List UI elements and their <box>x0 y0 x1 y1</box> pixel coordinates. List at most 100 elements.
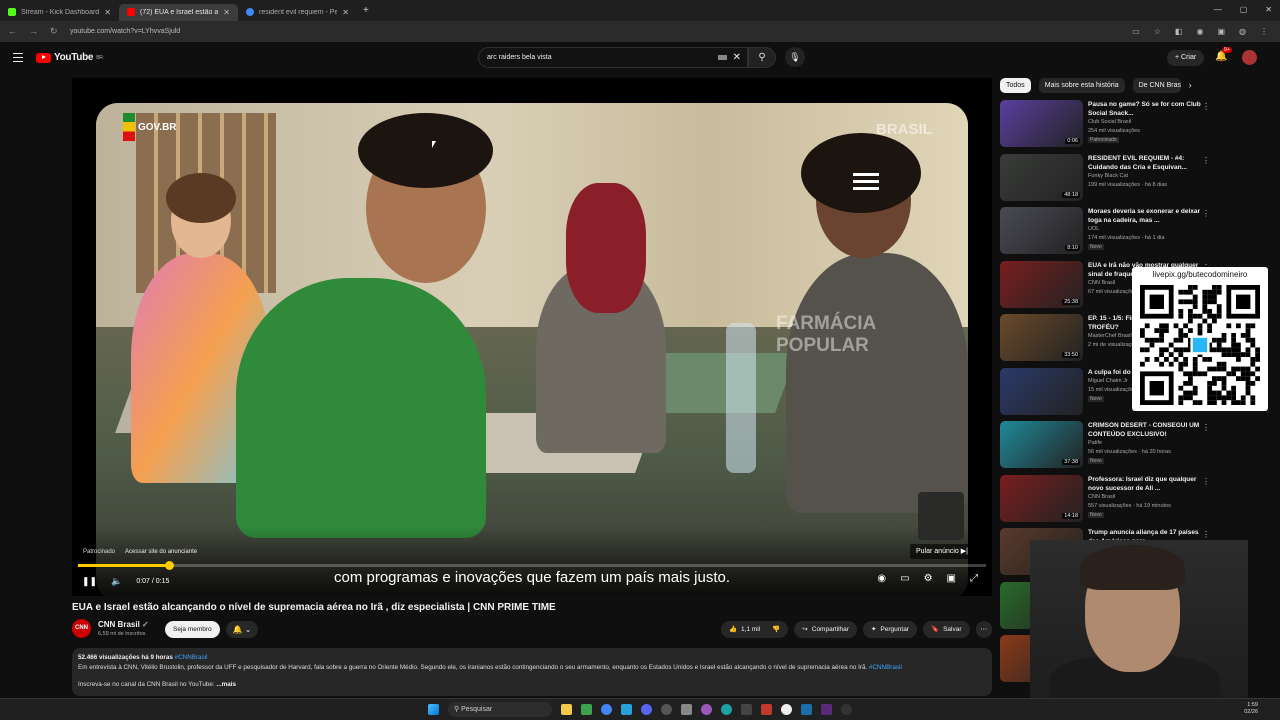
autoplay-toggle-icon[interactable]: ◉ <box>877 573 886 584</box>
show-more-link[interactable]: ...mais <box>216 681 236 688</box>
video-thumbnail[interactable]: 8:10 <box>1000 207 1083 254</box>
video-thumbnail[interactable]: 14:18 <box>1000 474 1083 522</box>
skip-ad-button[interactable]: Pular anúncio ▶| <box>910 544 974 559</box>
save-button[interactable]: 🔖 Salvar <box>922 621 970 638</box>
app-icon[interactable] <box>581 704 592 715</box>
clear-search-icon[interactable]: ✕ <box>733 48 741 67</box>
browser-tab-google[interactable]: resident evil requiem - Pesquisa Google … <box>238 4 357 21</box>
channel-avatar[interactable]: CNN <box>72 619 91 638</box>
app-icon[interactable] <box>761 704 772 715</box>
app-icon[interactable] <box>781 704 792 715</box>
extension-icon[interactable]: ◧ <box>1175 27 1183 36</box>
url-field[interactable]: youtube.com/watch?v=LYhvvaSjuld <box>70 25 1132 39</box>
menu-icon[interactable] <box>853 173 879 190</box>
cast-icon[interactable]: ▭ <box>1132 27 1140 36</box>
store-icon[interactable] <box>621 704 632 715</box>
recommendation-item[interactable]: 8:10 Moraes deveria se exonerar e deixar… <box>1000 207 1210 261</box>
profile-icon[interactable]: ◍ <box>1239 27 1246 36</box>
fullscreen-icon[interactable]: ⤢ <box>970 573 978 584</box>
join-button[interactable]: Seja membro <box>165 621 220 638</box>
reload-icon[interactable]: ↻ <box>50 26 58 37</box>
search-button[interactable]: ⚲ <box>748 47 776 68</box>
rec-channel[interactable]: CNN Brasil <box>1088 493 1210 502</box>
video-thumbnail[interactable]: 48:18 <box>1000 153 1083 201</box>
chip-all[interactable]: Todos <box>1000 78 1031 93</box>
video-player[interactable]: GOV.BR BRASIL FARMÁCIA POPULAR Patrocinad… <box>72 78 992 596</box>
create-button[interactable]: + Criar <box>1167 50 1205 66</box>
system-clock[interactable]: 1:59 02/26 <box>1244 702 1258 716</box>
youtube-logo[interactable]: YouTube BR <box>36 52 103 63</box>
taskbar-search[interactable]: ⚲ Pesquisar <box>448 702 552 717</box>
hashtag[interactable]: #CNNBrasil <box>869 664 902 671</box>
rec-title[interactable]: RESIDENT EVIL REQUIEM - #4: Cuidando das… <box>1088 154 1210 172</box>
voice-search-button[interactable]: 🎙 <box>785 47 805 67</box>
video-thumbnail[interactable]: 33:50 <box>1000 314 1083 361</box>
pause-icon[interactable]: ❚❚ <box>82 576 97 587</box>
chrome-icon[interactable] <box>601 704 612 715</box>
edge-icon[interactable] <box>721 704 732 715</box>
app-icon[interactable] <box>841 704 852 715</box>
dislike-icon[interactable]: 👎 <box>772 621 780 638</box>
rec-channel[interactable]: Patife <box>1088 439 1210 448</box>
obs-icon[interactable] <box>661 704 672 715</box>
recommendation-item[interactable]: 14:18 Professora: Israel diz que qualque… <box>1000 474 1210 529</box>
minimize-icon[interactable]: — <box>1214 5 1222 14</box>
browser-tab-youtube[interactable]: (72) EUA e Israel estão alcançando o nív… <box>119 3 238 21</box>
steam-icon[interactable] <box>801 704 812 715</box>
forward-icon[interactable]: → <box>29 26 38 37</box>
app-icon[interactable] <box>741 704 752 715</box>
maximize-icon[interactable]: ▢ <box>1240 5 1248 14</box>
back-icon[interactable]: ← <box>8 26 17 37</box>
close-icon[interactable]: ✕ <box>104 8 111 17</box>
progress-bar[interactable] <box>78 561 986 570</box>
rec-title[interactable]: Pausa no game? Só se for com Club Social… <box>1088 100 1210 118</box>
ask-button[interactable]: ✦ Perguntar <box>862 621 917 638</box>
more-icon[interactable]: ⋮ <box>1202 209 1210 218</box>
video-thumbnail[interactable] <box>1000 367 1083 415</box>
menu-icon[interactable] <box>13 53 23 62</box>
video-thumbnail[interactable]: 37:38 <box>1000 421 1083 468</box>
video-thumbnail[interactable]: 0:06 <box>1000 100 1083 147</box>
chevron-right-icon[interactable]: › <box>1189 78 1192 93</box>
video-thumbnail[interactable]: 25:38 <box>1000 260 1083 308</box>
keyboard-icon[interactable] <box>718 55 727 60</box>
browser-tab-kick[interactable]: Stream - Kick Dashboard ✕ <box>0 4 119 21</box>
more-icon[interactable]: ⋮ <box>1202 156 1210 165</box>
more-icon[interactable]: ⋮ <box>1202 530 1210 539</box>
volume-icon[interactable]: 🔈 <box>111 576 122 587</box>
new-tab-icon[interactable]: + <box>363 5 369 16</box>
extension-icon[interactable]: ▣ <box>1217 27 1225 36</box>
extension-icon[interactable]: ◉ <box>1196 27 1203 36</box>
recommendation-item[interactable]: 0:06 Pausa no game? Só se for com Club S… <box>1000 100 1210 154</box>
settings-icon[interactable]: ⚙ <box>924 573 933 584</box>
more-icon[interactable]: ⋮ <box>1202 423 1210 432</box>
close-window-icon[interactable]: ✕ <box>1265 5 1272 14</box>
search-input[interactable]: arc raiders bela vista ✕ <box>478 47 748 68</box>
advertiser-link[interactable]: Acessar site do anunciante <box>125 549 197 555</box>
discord-icon[interactable] <box>641 704 652 715</box>
recommendation-item[interactable]: 37:38 CRIMSON DESERT - CONSEGUI UM CONTE… <box>1000 421 1210 475</box>
more-icon[interactable]: ⋮ <box>1202 477 1210 486</box>
share-button[interactable]: ↪ Compartilhar <box>794 621 857 638</box>
more-icon[interactable]: ⋮ <box>1260 27 1268 36</box>
recommendation-item[interactable]: 48:18 RESIDENT EVIL REQUIEM - #4: Cuidan… <box>1000 153 1210 208</box>
star-icon[interactable]: ☆ <box>1154 27 1161 36</box>
description-box[interactable]: 52.466 visualizações há 9 horas #CNNBras… <box>72 648 992 696</box>
avatar[interactable] <box>1242 50 1257 65</box>
rec-channel[interactable]: Funky Black Cat <box>1088 172 1210 181</box>
subscribed-bell-button[interactable]: 🔔 ⌄ <box>226 621 258 638</box>
close-icon[interactable]: ✕ <box>342 8 349 17</box>
subtitles-icon[interactable]: ▭ <box>900 573 909 584</box>
rec-channel[interactable]: Club Social Brasil <box>1088 118 1210 127</box>
rec-title[interactable]: Moraes deveria se exonerar e deixar toga… <box>1088 207 1210 225</box>
channel-name[interactable]: CNN Brasil ✓ <box>98 620 149 629</box>
rec-title[interactable]: CRIMSON DESERT - CONSEGUI UM CONTEÚDO EX… <box>1088 421 1210 439</box>
file-explorer-icon[interactable] <box>561 704 572 715</box>
app-icon[interactable] <box>681 704 692 715</box>
rec-channel[interactable]: UOL <box>1088 225 1210 234</box>
windows-start-icon[interactable] <box>428 704 439 715</box>
chip-from-channel[interactable]: De CNN Brasil <box>1132 78 1181 93</box>
rec-title[interactable]: Professora: Israel diz que qualquer novo… <box>1088 475 1210 493</box>
more-icon[interactable]: ⋮ <box>1202 102 1210 111</box>
like-button[interactable]: 👍 1,1 mil 👎 <box>720 621 789 638</box>
